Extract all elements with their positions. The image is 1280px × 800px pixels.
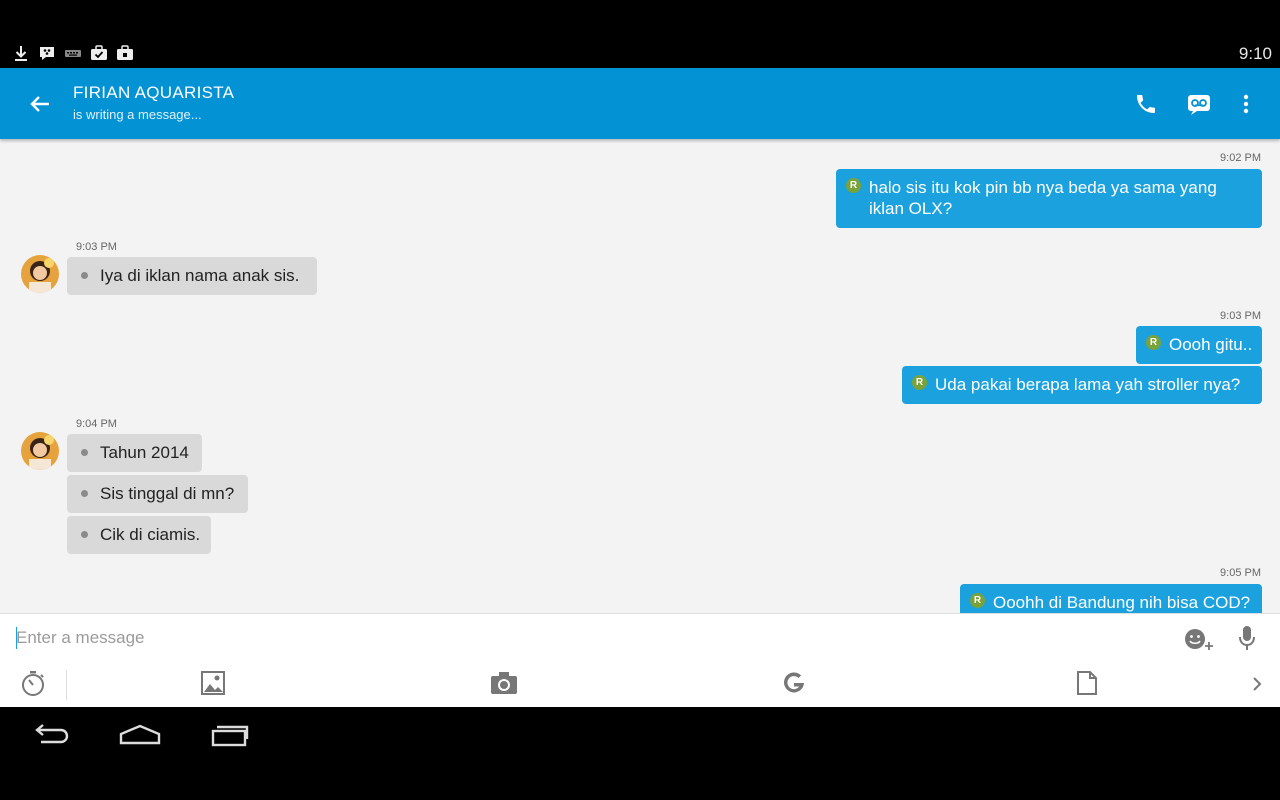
outgoing-message[interactable]: R halo sis itu kok pin bb nya beda ya sa… [836,169,1262,228]
camera-icon [491,672,517,694]
briefcase-check-icon [90,44,108,62]
status-bar: 9:10 [0,0,1280,68]
message-bullet-icon [81,490,88,497]
image-icon [201,671,225,695]
voice-note-icon [1188,95,1210,115]
message-timestamp: 9:05 PM [1220,567,1261,579]
status-time: 9:10 [1238,44,1272,63]
message-text-line: halo sis itu kok pin bb nya beda ya sama… [869,178,1217,197]
message-input[interactable] [16,624,1166,652]
message-timestamp: 9:02 PM [1220,152,1261,164]
message-text: Oooh gitu.. [1169,335,1253,354]
outgoing-message[interactable]: R Uda pakai berapa lama yah stroller nya… [902,366,1262,404]
phone-icon [1137,95,1155,113]
incoming-message[interactable]: Tahun 2014 [67,434,202,472]
voice-note-button[interactable] [1183,88,1215,120]
file-attach-button[interactable] [1073,669,1101,697]
timer-icon [22,671,44,696]
message-timestamp: 9:04 PM [76,418,117,430]
outgoing-message[interactable]: R Oooh gitu.. [1136,326,1262,364]
device-screen: 9:10 FIRIAN AQUARISTA is writing a messa… [0,0,1280,800]
message-text-line: iklan OLX? [869,199,953,218]
outgoing-message[interactable]: R Ooohh di Bandung nih bisa COD? [960,584,1262,613]
google-search-button[interactable] [780,669,808,697]
nav-recents-button[interactable] [206,721,254,749]
download-icon [12,44,30,62]
nav-back-button[interactable] [27,721,75,749]
back-button[interactable] [22,88,58,120]
emoji-add-icon [1185,629,1213,650]
contact-avatar[interactable] [21,255,59,293]
message-text: Uda pakai berapa lama yah stroller nya? [935,375,1241,394]
read-receipt-icon: R [846,178,861,193]
message-text: Sis tinggal di mn? [100,484,235,503]
contact-name[interactable]: FIRIAN AQUARISTA [73,83,234,103]
message-timestamp: 9:03 PM [1220,310,1261,322]
text-cursor [16,627,17,649]
gallery-button[interactable] [199,669,227,697]
file-icon [1077,671,1097,695]
home-icon [119,724,161,745]
nav-home-button[interactable] [116,721,164,749]
read-receipt-icon: R [912,375,927,390]
navigation-bar [0,707,1280,800]
google-icon [784,672,804,693]
message-bullet-icon [81,449,88,456]
read-receipt-icon: R [970,593,985,608]
contact-avatar[interactable] [21,432,59,470]
message-text: Iya di iklan nama anak sis. [100,266,300,285]
status-icons [12,44,134,62]
message-text: Tahun 2014 [100,443,189,462]
message-text: Cik di ciamis. [100,525,201,544]
message-bullet-icon [81,272,88,279]
recents-icon [211,725,249,747]
call-button[interactable] [1130,88,1162,120]
incoming-message[interactable]: Sis tinggal di mn? [67,475,248,513]
timer-button[interactable] [18,668,48,698]
emoji-button[interactable] [1182,624,1216,654]
keyboard-icon [64,44,82,62]
message-text: Ooohh di Bandung nih bisa COD? [993,593,1251,612]
incoming-message[interactable]: Iya di iklan nama anak sis. [67,257,317,295]
message-bullet-icon [81,531,88,538]
message-composer [0,613,1280,707]
read-receipt-icon: R [1146,335,1161,350]
briefcase-lock-icon [116,44,134,62]
contact-status: is writing a message... [73,107,202,122]
more-attachments-button[interactable] [1246,672,1268,696]
toolbar-divider [66,670,67,700]
arrow-back-icon [30,96,49,112]
mic-icon [1239,626,1255,650]
more-vert-icon [1243,94,1249,114]
mic-button[interactable] [1234,622,1260,654]
camera-button[interactable] [489,669,519,697]
app-bar: FIRIAN AQUARISTA is writing a message... [0,68,1280,139]
back-icon [35,724,69,744]
incoming-message[interactable]: Cik di ciamis. [67,516,211,554]
bbm-icon [38,44,56,62]
chat-history[interactable]: 9:02 PM R halo sis itu kok pin bb nya be… [0,139,1280,613]
message-timestamp: 9:03 PM [76,241,117,253]
chevron-right-icon [1253,677,1262,691]
more-options-button[interactable] [1230,88,1262,120]
